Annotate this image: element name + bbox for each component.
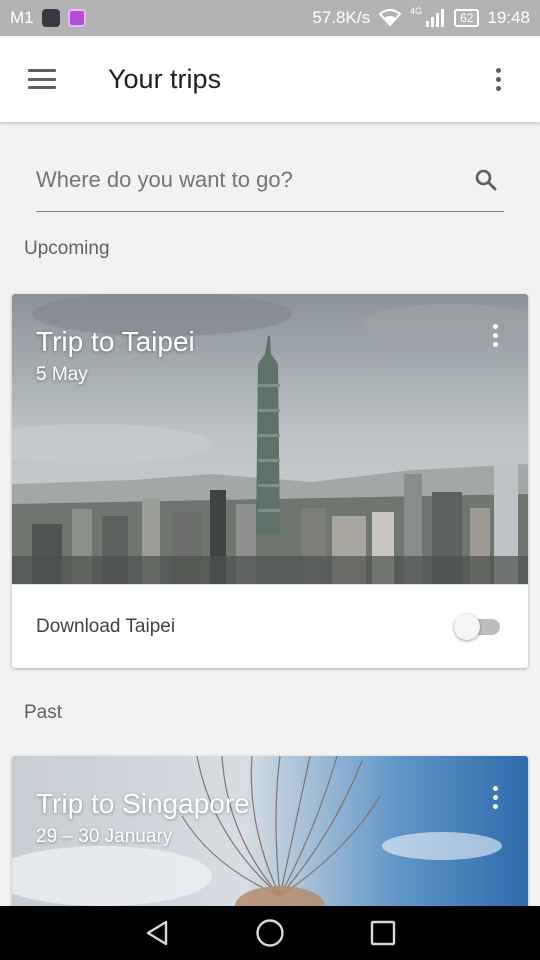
page-title: Your trips [108,63,222,94]
network-type-label: 4G [410,6,423,16]
trip-date: 29 – 30 January [36,826,173,847]
section-label-past: Past [24,702,63,723]
trip-card-menu-button[interactable] [474,776,516,818]
trip-image-singapore: Trip to Singapore 29 – 30 January [12,756,528,916]
download-label: Download Taipei [36,615,176,637]
back-button[interactable] [130,906,184,960]
trip-title: Trip to Taipei [36,326,195,357]
trip-card-singapore[interactable]: Trip to Singapore 29 – 30 January [12,756,528,916]
system-nav-bar [0,906,540,960]
search-input[interactable] [36,166,468,193]
recents-square-icon [371,920,396,946]
search-icon [475,169,497,190]
recents-button[interactable] [356,906,410,960]
network-speed: 57.8K/s [312,8,371,27]
trip-image-taipei: Trip to Taipei 5 May [12,294,528,584]
overflow-menu-button[interactable] [456,36,540,122]
section-label-upcoming: Upcoming [24,238,110,259]
home-circle-icon [256,919,284,947]
more-vert-icon [492,323,498,347]
search-bar [36,148,504,212]
trip-title: Trip to Singapore [36,788,250,819]
home-button[interactable] [243,906,297,960]
download-toggle[interactable] [454,612,504,642]
app-bar: Your trips [0,36,540,122]
back-triangle-icon [146,920,167,946]
status-bar: M1 57.8K/s 4G 62 19:48 [0,0,540,36]
wifi-icon [378,9,402,27]
more-vert-icon [492,785,498,809]
hamburger-menu-icon [28,69,56,89]
status-right: 57.8K/s 4G 62 19:48 [312,6,530,28]
more-vert-icon [495,67,501,91]
status-left: M1 [10,8,86,28]
battery-icon: 62 [454,9,480,27]
menu-button[interactable] [0,36,84,122]
trip-card-taipei[interactable]: Trip to Taipei 5 May Download Taipei [12,294,528,668]
gallery-notification-icon [67,9,86,27]
carrier-label: M1 [10,8,34,27]
notification-app-icon [41,9,60,27]
trip-date: 5 May [36,364,88,385]
toggle-knob [454,613,480,640]
search-button[interactable] [468,162,504,198]
clock: 19:48 [487,8,530,27]
signal-icon [426,9,445,27]
trip-card-footer: Download Taipei [12,584,528,668]
trip-card-menu-button[interactable] [474,314,516,356]
